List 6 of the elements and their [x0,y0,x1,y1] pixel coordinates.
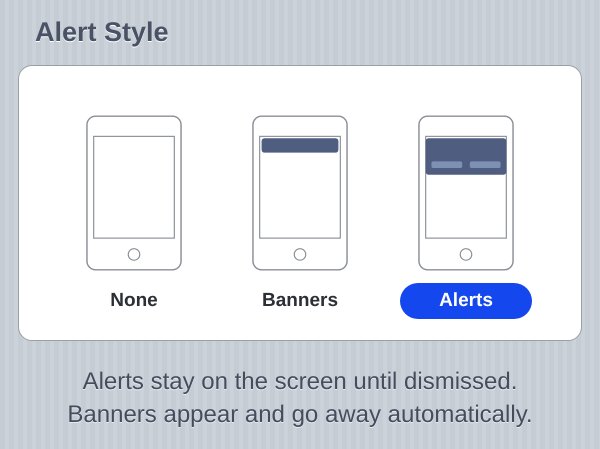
section-title: Alert Style [35,16,170,49]
alert-style-option[interactable]: Banners [232,283,368,319]
footer-text: Banners appear and go away automatically. [66,400,534,430]
alert-style-option[interactable]: None [80,283,188,319]
footer-text: Alerts stay on the screen until dismissed. [82,367,518,397]
alert-style-option[interactable]: Alerts [400,283,532,319]
